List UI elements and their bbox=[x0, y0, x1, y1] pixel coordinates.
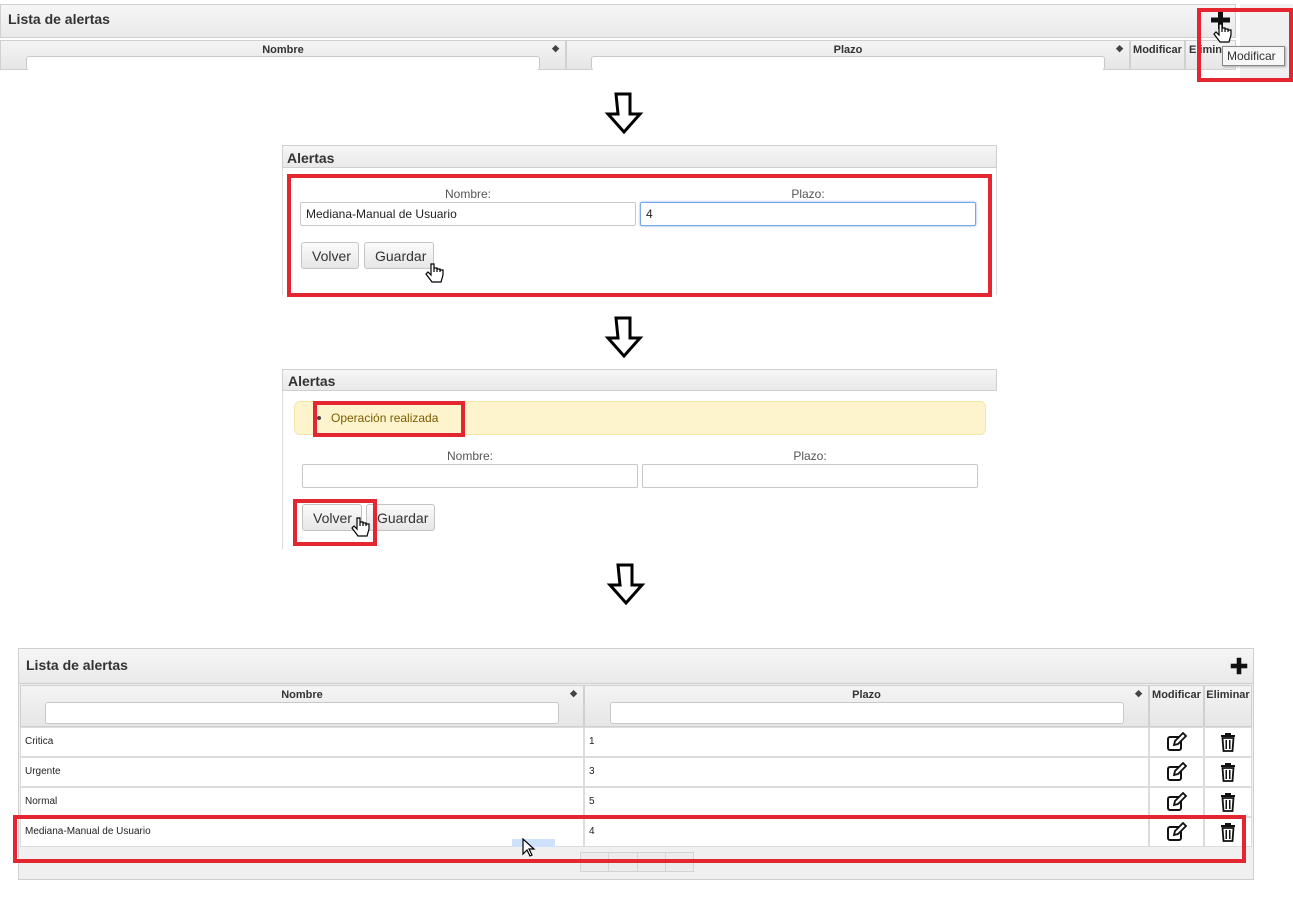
trash-icon bbox=[1221, 763, 1235, 782]
nombre-input[interactable] bbox=[300, 202, 636, 226]
pager-first-button[interactable] bbox=[581, 853, 610, 871]
nombre-input[interactable] bbox=[302, 464, 638, 488]
alert-form-header: Alertas bbox=[282, 145, 997, 168]
guardar-button[interactable]: Guardar bbox=[366, 504, 435, 531]
down-arrow-icon bbox=[604, 316, 644, 359]
pager-next-button[interactable] bbox=[638, 853, 666, 871]
filter-nombre-input[interactable] bbox=[26, 56, 540, 70]
plazo-input[interactable] bbox=[640, 202, 976, 226]
nombre-label: Nombre: bbox=[446, 449, 493, 463]
message-bullet bbox=[317, 416, 321, 420]
cell-plazo: 1 bbox=[584, 727, 1149, 757]
edit-icon bbox=[1166, 792, 1187, 811]
alert-form-header: Alertas bbox=[282, 369, 997, 391]
edit-button[interactable] bbox=[1149, 727, 1204, 757]
edit-icon bbox=[1166, 732, 1187, 751]
trash-icon bbox=[1221, 733, 1235, 752]
edit-icon bbox=[1166, 762, 1187, 781]
cell-plazo: 4 bbox=[584, 817, 1149, 847]
plus-icon bbox=[1230, 657, 1248, 675]
column-header-eliminar: Eliminar bbox=[1204, 685, 1252, 727]
message-text: Operación realizada bbox=[331, 411, 439, 425]
delete-button[interactable] bbox=[1204, 787, 1252, 817]
trash-icon bbox=[1221, 823, 1235, 842]
alert-list-header: Lista de alertas bbox=[18, 648, 1254, 684]
edit-icon bbox=[1166, 822, 1187, 841]
panel-title: Alertas bbox=[288, 373, 336, 389]
cell-nombre: Mediana-Manual de Usuario bbox=[20, 817, 584, 847]
alert-list-header: Lista de alertas bbox=[0, 4, 1236, 38]
filter-plazo-input[interactable] bbox=[610, 702, 1124, 724]
pager-last-button[interactable] bbox=[666, 853, 693, 871]
filter-nombre-input[interactable] bbox=[45, 702, 559, 724]
right-edge-decor bbox=[1240, 4, 1293, 78]
cell-plazo: 5 bbox=[584, 787, 1149, 817]
add-alert-button[interactable] bbox=[1228, 655, 1250, 677]
pager-prev-button[interactable] bbox=[609, 853, 638, 871]
sort-icon: ◆ bbox=[1116, 43, 1123, 53]
down-arrow-icon bbox=[604, 92, 644, 135]
panel-title: Lista de alertas bbox=[8, 11, 110, 27]
cell-nombre: Normal bbox=[20, 787, 584, 817]
filter-plazo-input[interactable] bbox=[591, 56, 1105, 70]
pagination[interactable] bbox=[580, 852, 694, 872]
arrow-cursor-icon bbox=[522, 838, 536, 857]
edit-button[interactable] bbox=[1149, 817, 1204, 847]
panel-title: Alertas bbox=[287, 150, 335, 166]
delete-button[interactable] bbox=[1204, 757, 1252, 787]
volver-button[interactable]: Volver bbox=[301, 242, 359, 269]
plazo-input[interactable] bbox=[642, 464, 978, 488]
sort-icon: ◆ bbox=[1135, 688, 1142, 698]
plazo-label: Plazo: bbox=[791, 187, 825, 201]
column-header-modificar: Modificar bbox=[1149, 685, 1204, 727]
delete-button[interactable] bbox=[1204, 727, 1252, 757]
column-header-modificar: Modificar bbox=[1130, 40, 1185, 70]
plazo-label: Plazo: bbox=[793, 449, 827, 463]
sort-icon: ◆ bbox=[552, 43, 559, 53]
sort-icon: ◆ bbox=[570, 688, 577, 698]
cell-nombre: Urgente bbox=[20, 757, 584, 787]
cell-plazo: 3 bbox=[584, 757, 1149, 787]
delete-button[interactable] bbox=[1204, 817, 1252, 847]
panel-title: Lista de alertas bbox=[26, 657, 128, 673]
edit-button[interactable] bbox=[1149, 787, 1204, 817]
tooltip: Modificar bbox=[1222, 46, 1285, 66]
hand-cursor-icon bbox=[1213, 23, 1232, 43]
down-arrow-icon bbox=[606, 563, 646, 606]
hand-cursor-icon bbox=[351, 517, 370, 537]
hand-cursor-icon bbox=[425, 263, 444, 283]
edit-button[interactable] bbox=[1149, 757, 1204, 787]
trash-icon bbox=[1221, 793, 1235, 812]
nombre-label: Nombre: bbox=[444, 187, 491, 201]
cell-nombre: Critica bbox=[20, 727, 584, 757]
